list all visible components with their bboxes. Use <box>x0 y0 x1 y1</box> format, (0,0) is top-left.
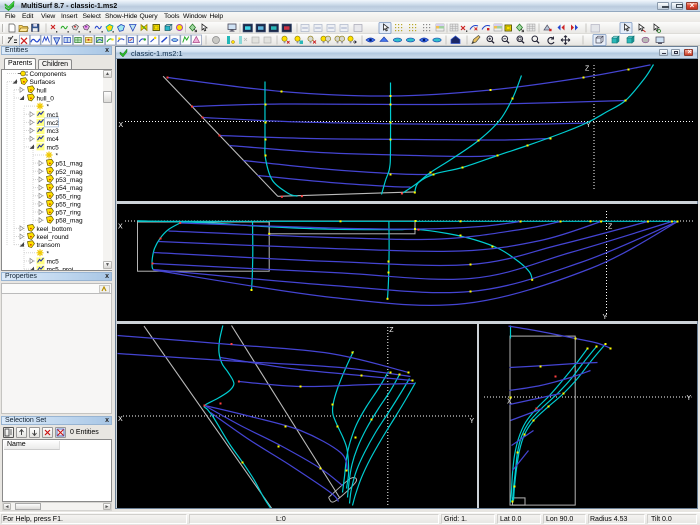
svg-text:p51_mag: p51_mag <box>56 161 83 168</box>
svg-text:X: X <box>118 416 123 423</box>
svg-text:p55_ring: p55_ring <box>56 201 82 208</box>
svg-text:Z: Z <box>389 327 394 334</box>
svg-text:X: X <box>118 224 123 231</box>
svg-text:keel_bottom: keel_bottom <box>37 226 72 233</box>
svg-text:p57_ring: p57_ring <box>56 210 82 217</box>
svg-text:*: * <box>56 153 59 160</box>
svg-text:Surfaces: Surfaces <box>30 79 56 86</box>
svg-text:Y: Y <box>470 418 475 425</box>
svg-text:Y: Y <box>603 314 608 321</box>
svg-text:Z: Z <box>608 224 613 231</box>
svg-text:hull_0: hull_0 <box>37 95 55 102</box>
svg-text:*: * <box>47 250 50 257</box>
svg-text:hull: hull <box>37 87 48 94</box>
svg-text:p58_mag: p58_mag <box>56 218 83 225</box>
svg-text:p53_mag: p53_mag <box>56 177 83 184</box>
svg-text:mc2: mc2 <box>47 120 60 127</box>
svg-text:mc5: mc5 <box>47 258 60 265</box>
svg-text:mc5: mc5 <box>47 144 60 151</box>
svg-text:*: * <box>47 104 50 111</box>
svg-text:Z: Z <box>585 66 590 73</box>
svg-text:p54_mag: p54_mag <box>56 185 83 192</box>
svg-text:p55_ring: p55_ring <box>56 193 82 200</box>
svg-text:transom: transom <box>37 242 60 249</box>
svg-text:keel_round: keel_round <box>37 234 70 241</box>
svg-text:X: X <box>119 122 124 129</box>
svg-text:Y: Y <box>687 395 692 402</box>
svg-text:Components: Components <box>30 71 68 78</box>
svg-text:mc4: mc4 <box>47 136 60 143</box>
svg-text:p52_mag: p52_mag <box>56 169 83 176</box>
svg-text:mc5_proj: mc5_proj <box>47 267 74 270</box>
svg-text:mc3: mc3 <box>47 128 60 135</box>
